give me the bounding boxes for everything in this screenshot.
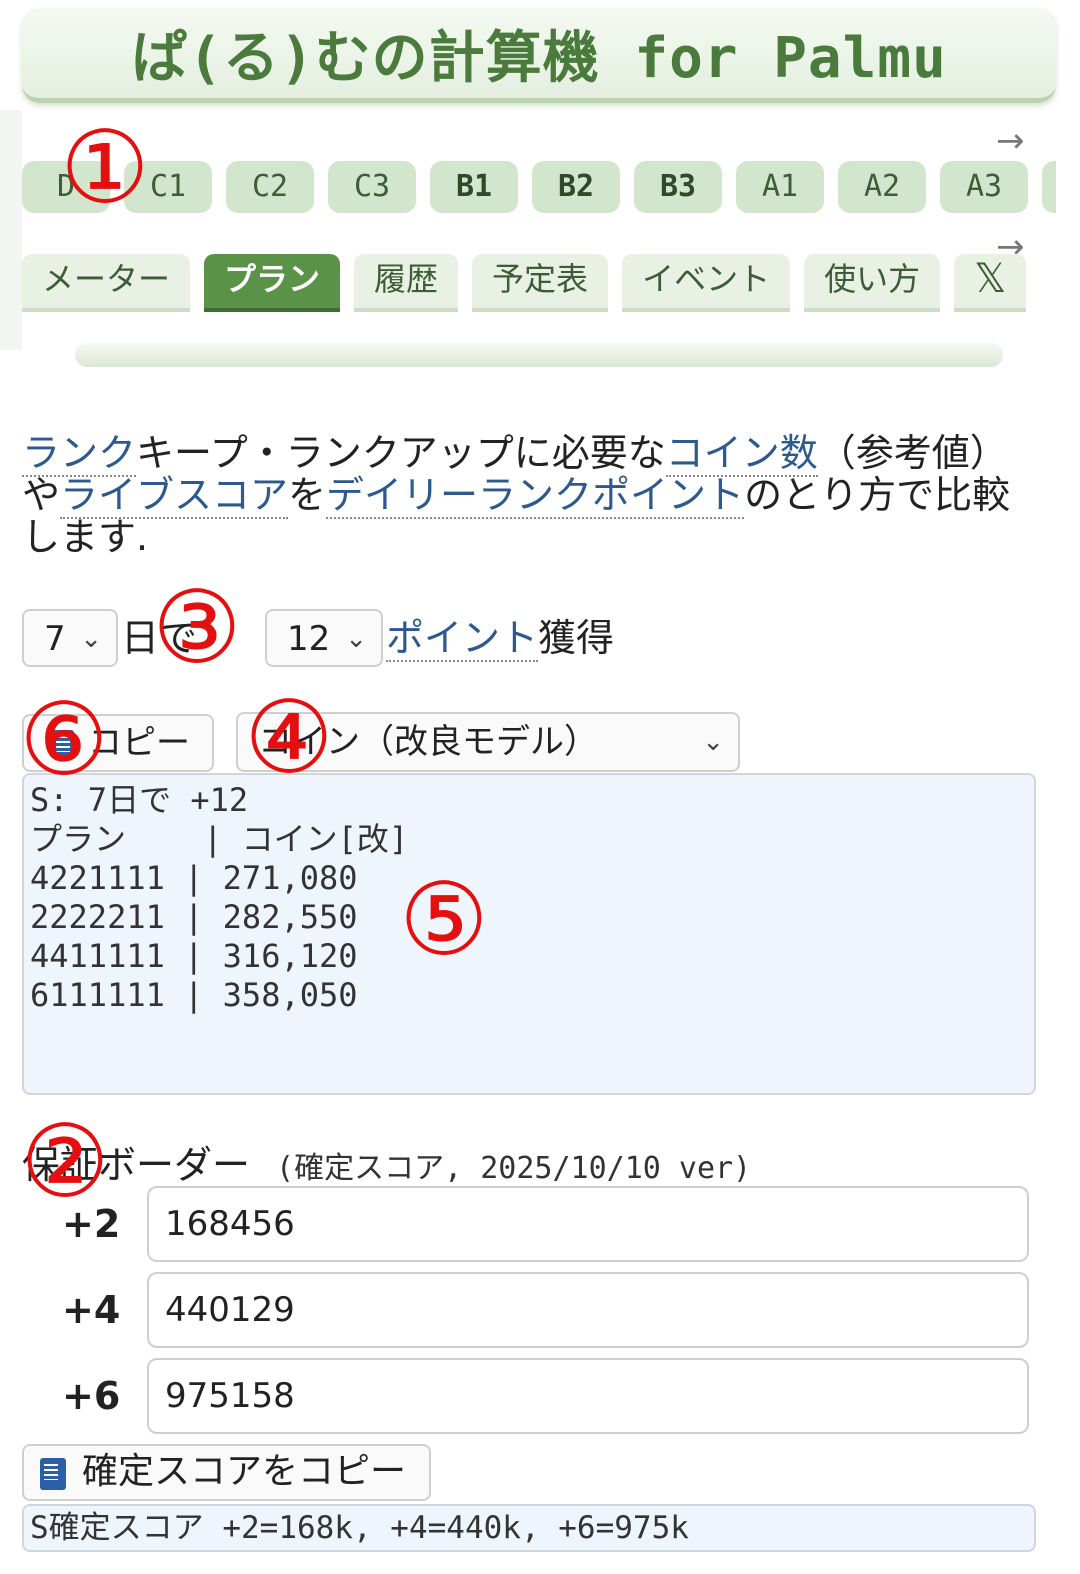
- rank-button-a1[interactable]: A1: [736, 161, 824, 213]
- points-select-value: 12: [287, 619, 331, 659]
- daily-rank-point-link[interactable]: デイリーランクポイント: [326, 473, 745, 519]
- rank-button-b2[interactable]: B2: [532, 161, 620, 213]
- annotation-marker-5: ⑤: [399, 861, 489, 978]
- annotation-marker-6: ⑥: [19, 681, 109, 798]
- border-score-input-plus2[interactable]: 168456: [147, 1186, 1029, 1262]
- rank-link[interactable]: ランク: [22, 431, 137, 477]
- rank-button-a2[interactable]: A2: [838, 161, 926, 213]
- tab-x[interactable]: 𝕏: [954, 254, 1027, 312]
- tab-howto[interactable]: 使い方: [804, 254, 941, 312]
- left-gutter: [0, 110, 22, 350]
- copy-score-button[interactable]: 確定スコアをコピー: [22, 1444, 431, 1501]
- annotation-marker-4: ④: [244, 679, 334, 796]
- days-select[interactable]: 7 ⌄: [22, 609, 118, 667]
- chevron-down-icon: ⌄: [702, 727, 724, 757]
- app-title: ぱ(る)むの計算機 for Palmu: [131, 25, 947, 91]
- rank-button-b1[interactable]: B1: [430, 161, 518, 213]
- rank-selector: D C1 C2 C3 B1 B2 B3 A1 A2 A3: [22, 161, 1056, 215]
- tab-event[interactable]: イベント: [622, 254, 791, 312]
- intro-text-1: キープ・ランクアップに必要な: [136, 431, 666, 475]
- days-select-value: 7: [44, 619, 66, 659]
- clipboard-icon: [40, 1458, 66, 1490]
- chevron-down-icon: ⌄: [345, 624, 367, 654]
- points-suffix: 獲得: [538, 616, 615, 660]
- border-note: (確定スコア, 2025/10/10 ver): [276, 1151, 752, 1186]
- tab-schedule[interactable]: 予定表: [472, 254, 609, 312]
- rank-button-b3[interactable]: B3: [634, 161, 722, 213]
- border-plus-label: +6: [62, 1374, 121, 1418]
- tab-plan[interactable]: プラン: [204, 254, 341, 312]
- main-tabs: メーター プラン 履歴 予定表 イベント 使い方 𝕏: [22, 254, 1056, 312]
- border-plus-label: +4: [62, 1288, 121, 1332]
- border-score-input-plus6[interactable]: 975158: [147, 1358, 1029, 1434]
- progress-bar: [75, 343, 1003, 367]
- app-header: ぱ(る)むの計算機 for Palmu: [22, 8, 1056, 103]
- annotation-marker-2: ②: [20, 1103, 110, 1220]
- chevron-down-icon: ⌄: [80, 624, 102, 654]
- rank-button-next[interactable]: [1042, 161, 1056, 213]
- tab-history[interactable]: 履歴: [354, 254, 459, 312]
- rank-button-a3[interactable]: A3: [940, 161, 1028, 213]
- copy-score-button-label: 確定スコアをコピー: [82, 1451, 407, 1492]
- plan-output-textarea[interactable]: S: 7日で +12 プラン | コイン[改] 4221111 | 271,08…: [22, 773, 1036, 1095]
- rank-button-c2[interactable]: C2: [226, 161, 314, 213]
- score-summary-field[interactable]: S確定スコア +2=168k, +4=440k, +6=975k: [22, 1504, 1036, 1552]
- rank-button-c3[interactable]: C3: [328, 161, 416, 213]
- coins-link[interactable]: コイン数: [665, 431, 818, 477]
- tab-meter[interactable]: メーター: [22, 254, 191, 312]
- intro-text-3: を: [288, 473, 327, 517]
- points-select[interactable]: 12 ⌄: [265, 609, 383, 667]
- annotation-marker-3: ③: [152, 569, 242, 686]
- annotation-marker-1: ①: [60, 109, 150, 226]
- intro-text: ランクキープ・ランクアップに必要なコイン数（参考値）やライブスコアをデイリーラン…: [22, 431, 1032, 558]
- points-link[interactable]: ポイント: [386, 616, 539, 662]
- live-score-link[interactable]: ライブスコア: [60, 473, 289, 519]
- rank-scroll-arrow-icon[interactable]: →: [996, 124, 1025, 158]
- border-score-input-plus4[interactable]: 440129: [147, 1272, 1029, 1348]
- points-label: ポイント獲得: [386, 609, 614, 667]
